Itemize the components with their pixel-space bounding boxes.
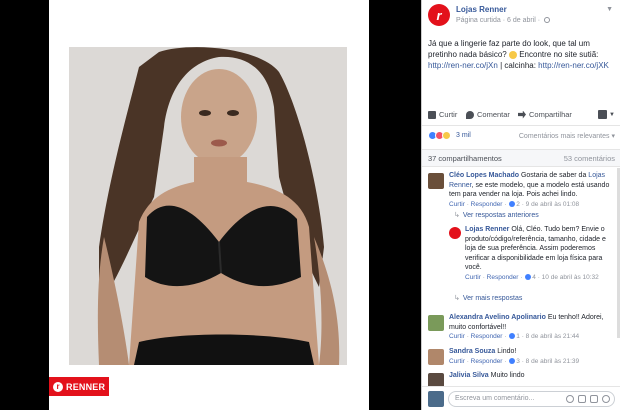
composer-tools bbox=[562, 395, 610, 403]
comment-time[interactable]: 8 de abril às 21:39 bbox=[526, 358, 579, 365]
reply-arrow-icon: ↳ bbox=[454, 212, 460, 219]
like-button[interactable]: Curtir bbox=[428, 110, 457, 119]
comment-author[interactable]: Jalivia Silva bbox=[449, 372, 489, 379]
comment-text: , se este modelo, que a modelo está usan… bbox=[449, 181, 610, 199]
comment-like-link[interactable]: Curtir bbox=[449, 358, 465, 365]
comment-author[interactable]: Cléo Lopes Machado bbox=[449, 172, 519, 179]
reaction-icons[interactable] bbox=[428, 131, 451, 140]
like-count-icon bbox=[525, 273, 532, 280]
photo-canvas bbox=[49, 0, 369, 410]
share-comment-counts: 37 compartilhamentos 53 comentários bbox=[422, 149, 620, 167]
bra-link[interactable]: http://ren-ner.co/jXn bbox=[428, 61, 498, 70]
smile-emoji-icon bbox=[508, 50, 517, 59]
post-as-selector[interactable]: ▼ bbox=[598, 110, 615, 119]
reply-author[interactable]: Lojas Renner bbox=[465, 226, 509, 233]
comment-time[interactable]: 9 de abril às 01:08 bbox=[526, 201, 579, 208]
comment-like-link[interactable]: Curtir bbox=[449, 201, 465, 208]
wow-reaction-icon bbox=[442, 131, 451, 140]
reply-like-count[interactable]: 4 bbox=[532, 274, 536, 281]
post-date[interactable]: 6 de abril bbox=[507, 17, 536, 24]
share-icon bbox=[518, 110, 526, 119]
more-replies-link[interactable]: ↳ Ver mais respostas bbox=[454, 294, 522, 302]
chevron-down-icon[interactable]: ▼ bbox=[606, 6, 613, 13]
lingerie-model-image bbox=[69, 47, 347, 365]
post-text: Já que a lingerie faz parte do look, que… bbox=[428, 38, 616, 71]
page-avatar[interactable]: r bbox=[428, 4, 450, 26]
previous-replies-link[interactable]: ↳ Ver respostas anteriores bbox=[454, 211, 539, 219]
post-meta: Página curtida · 6 de abril · bbox=[456, 17, 551, 24]
comments-list: Cléo Lopes Machado Gostaria de saber da … bbox=[422, 168, 620, 386]
comment-text: Lindo! bbox=[497, 348, 517, 355]
camera-icon[interactable] bbox=[578, 395, 586, 403]
comment-sort-dropdown[interactable]: Comentários mais relevantes ▾ bbox=[519, 132, 615, 140]
comment-reply-link[interactable]: Responder bbox=[471, 333, 503, 340]
comment-input[interactable]: Escreva um comentário... bbox=[448, 391, 615, 407]
like-count-icon bbox=[509, 357, 516, 364]
reply-time[interactable]: 10 de abril às 10:32 bbox=[542, 274, 599, 281]
reaction-count[interactable]: 3 mil bbox=[456, 132, 471, 139]
avatar[interactable] bbox=[428, 349, 444, 365]
comment-like-count[interactable]: 1 bbox=[516, 333, 520, 340]
post-header: r Lojas Renner Página curtida · 6 de abr… bbox=[422, 0, 620, 34]
post-actions: Curtir Comentar Compartilhar ▼ bbox=[422, 104, 620, 126]
shares-count[interactable]: 37 compartilhamentos bbox=[428, 154, 502, 163]
link-separator: | calcinha: bbox=[500, 61, 536, 70]
like-count-icon bbox=[509, 333, 516, 340]
sticker-icon[interactable] bbox=[602, 395, 610, 403]
post-text-cta: Encontre no site sutiã: bbox=[519, 50, 599, 59]
page-name-link[interactable]: Lojas Renner bbox=[456, 5, 507, 14]
page-switch-icon bbox=[598, 110, 608, 119]
comment-composer: Escreva um comentário... bbox=[422, 386, 620, 410]
renner-logo: r RENNER bbox=[49, 377, 109, 396]
reply-like-link[interactable]: Curtir bbox=[465, 274, 481, 281]
reply-meta: Curtir · Responder · 4 · 10 de abril às … bbox=[465, 273, 599, 281]
page-reply-avatar[interactable] bbox=[449, 227, 461, 239]
thumbs-up-icon bbox=[428, 110, 436, 119]
gif-icon[interactable] bbox=[590, 395, 598, 403]
comment-time[interactable]: 8 de abril às 21:44 bbox=[526, 333, 579, 340]
panty-link[interactable]: http://ren-ner.co/jXK bbox=[538, 61, 609, 70]
comment-icon bbox=[466, 110, 474, 119]
comment-meta: Curtir · Responder · 2 · 9 de abril às 0… bbox=[449, 200, 580, 208]
comment-meta: Curtir · Responder · 1 · 8 de abril às 2… bbox=[449, 333, 580, 340]
comment-like-count[interactable]: 3 bbox=[516, 358, 520, 365]
current-user-avatar bbox=[428, 391, 444, 407]
globe-icon bbox=[544, 17, 551, 24]
comment-text: Muito lindo bbox=[490, 372, 525, 379]
renner-logo-mark: r bbox=[53, 381, 63, 392]
comment-reply-link[interactable]: Responder bbox=[471, 358, 503, 365]
comment-author[interactable]: Alexandra Avelino Apolinario bbox=[449, 314, 546, 321]
comment-text: Gostaria de saber da bbox=[520, 172, 587, 179]
reply-reply-link[interactable]: Responder bbox=[487, 274, 519, 281]
post-panel: r Lojas Renner Página curtida · 6 de abr… bbox=[421, 0, 620, 410]
avatar[interactable] bbox=[428, 373, 444, 386]
avatar[interactable] bbox=[428, 173, 444, 189]
caret-down-icon: ▼ bbox=[609, 111, 615, 118]
avatar[interactable] bbox=[428, 315, 444, 331]
comments-count[interactable]: 53 comentários bbox=[564, 154, 615, 163]
comment-input-placeholder: Escreva um comentário... bbox=[455, 395, 535, 402]
share-button[interactable]: Compartilhar bbox=[518, 110, 572, 119]
post-photo[interactable] bbox=[69, 47, 347, 365]
reply-arrow-icon: ↳ bbox=[454, 295, 460, 302]
reactions-row: 3 mil Comentários mais relevantes ▾ bbox=[422, 126, 620, 146]
comment-like-count[interactable]: 2 bbox=[516, 201, 520, 208]
photo-viewer: r RENNER bbox=[0, 0, 421, 410]
comment-reply-link[interactable]: Responder bbox=[471, 201, 503, 208]
emoji-icon[interactable] bbox=[566, 395, 574, 403]
comment-meta: Curtir · Responder · 3 · 8 de abril às 2… bbox=[449, 357, 580, 365]
like-count-icon bbox=[509, 200, 516, 207]
comment-author[interactable]: Sandra Souza bbox=[449, 348, 495, 355]
page-liked-label: Página curtida bbox=[456, 17, 501, 24]
renner-logo-text: RENNER bbox=[66, 381, 106, 392]
comment-like-link[interactable]: Curtir bbox=[449, 333, 465, 340]
